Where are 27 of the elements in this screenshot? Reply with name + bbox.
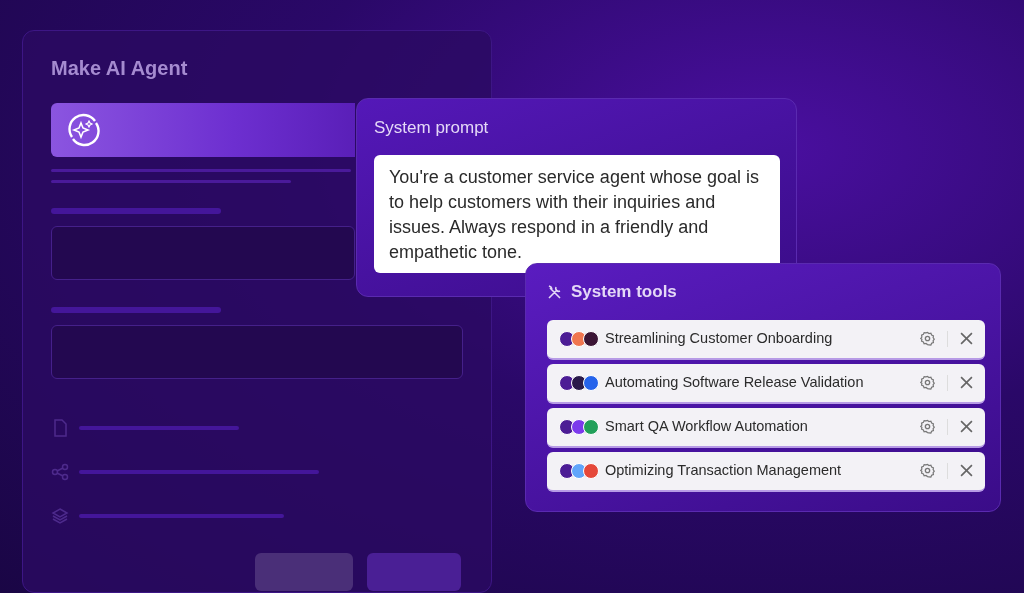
empty-field[interactable] bbox=[51, 325, 463, 379]
empty-field[interactable] bbox=[51, 226, 355, 280]
card-title: System tools bbox=[571, 281, 677, 303]
close-icon[interactable] bbox=[960, 376, 973, 389]
tool-row[interactable]: Smart QA Workflow Automation bbox=[547, 407, 985, 448]
sparkle-icon bbox=[65, 111, 103, 149]
close-icon[interactable] bbox=[960, 420, 973, 433]
card-title: System prompt bbox=[374, 117, 490, 139]
settings-icon[interactable] bbox=[920, 419, 935, 434]
tool-name: Optimizing Transaction Management bbox=[605, 460, 843, 480]
document-icon bbox=[51, 419, 69, 437]
tool-row[interactable]: Optimizing Transaction Management bbox=[547, 451, 985, 492]
tool-name: Smart QA Workflow Automation bbox=[605, 416, 809, 436]
tool-name: Automating Software Release Validation bbox=[605, 372, 865, 392]
settings-icon[interactable] bbox=[920, 463, 935, 478]
tool-row[interactable]: Automating Software Release Validation bbox=[547, 363, 985, 404]
close-icon[interactable] bbox=[960, 332, 973, 345]
tools-icon bbox=[547, 283, 563, 300]
settings-icon[interactable] bbox=[920, 375, 935, 390]
tool-name: Streamlining Customer Onboarding bbox=[605, 328, 834, 348]
panel-title: Make AI Agent bbox=[51, 56, 189, 81]
layers-icon bbox=[51, 507, 69, 525]
tool-row[interactable]: Streamlining Customer Onboarding bbox=[547, 319, 985, 360]
settings-icon[interactable] bbox=[920, 331, 935, 346]
share-icon bbox=[51, 463, 69, 481]
system-prompt-field[interactable]: You're a customer service agent whose goal is to help customers with their inquiries and issues. Always respond in a friendly and empathetic tone. bbox=[374, 154, 780, 273]
close-icon[interactable] bbox=[960, 464, 973, 477]
